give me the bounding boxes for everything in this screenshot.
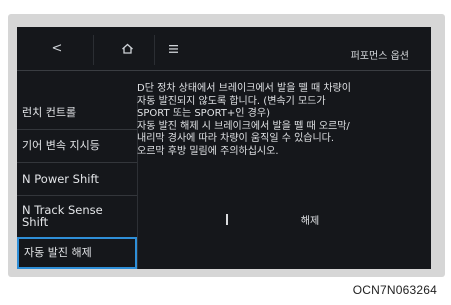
sidebar-item-label: N Track Sense Shift [22,203,103,229]
topbar-underline [17,70,431,71]
description-line: 자동 발진 해제 시 브레이크에서 발을 뗄 때 오르막/ [137,120,350,132]
sidebar-item-label: N Power Shift [22,172,99,186]
figure-code: OCN7N063264 [352,283,437,297]
back-icon: < [51,41,63,56]
topbar-divider [154,35,155,65]
home-button[interactable] [109,27,145,70]
menu-icon [168,44,178,53]
topbar-divider [93,35,94,65]
back-button[interactable]: < [39,27,75,70]
sidebar-item-n-power-shift[interactable]: N Power Shift [17,163,137,195]
sidebar-item-shift-indicator[interactable]: 기어 변속 지시등 [17,130,137,162]
description-line: 자동 발진되지 않도록 합니다. (변속기 모드가 [137,95,326,107]
menu-button[interactable] [158,27,188,70]
description-line: 내리막 경사에 따라 차량이 움직일 수 있습니다. [137,133,335,145]
action-separator [226,214,228,225]
sidebar-item-label: 자동 발진 해제 [24,246,92,259]
sidebar-item-label: 런치 컨트롤 [22,106,77,119]
release-button[interactable]: 해제 [270,210,350,228]
action-bar: 해제 [170,210,380,232]
description-line: SPORT 또는 SPORT+인 경우) [137,108,270,120]
page-title: 퍼포먼스 옵션 [350,51,409,62]
sidebar-item-n-track-sense-shift[interactable]: N Track Sense Shift [17,196,137,236]
sidebar-item-launch-control[interactable]: 런치 컨트롤 [17,97,137,129]
sidebar-item-label: 기어 변속 지시등 [22,139,100,152]
description-line: 오르막 후방 밀림에 주의하십시오. [137,145,279,157]
sidebar: 런치 컨트롤 기어 변속 지시등 N Power Shift N Track S… [17,97,137,269]
description-line: D단 정차 상태에서 브레이크에서 발을 뗄 때 차량이 [137,83,351,94]
sidebar-item-auto-launch-release[interactable]: 자동 발진 해제 [17,237,137,269]
description-text: D단 정차 상태에서 브레이크에서 발을 뗄 때 차량이 자동 발진되지 않도록… [137,83,407,159]
top-bar: < 퍼포먼스 옵션 [17,27,431,70]
home-icon [121,43,133,54]
